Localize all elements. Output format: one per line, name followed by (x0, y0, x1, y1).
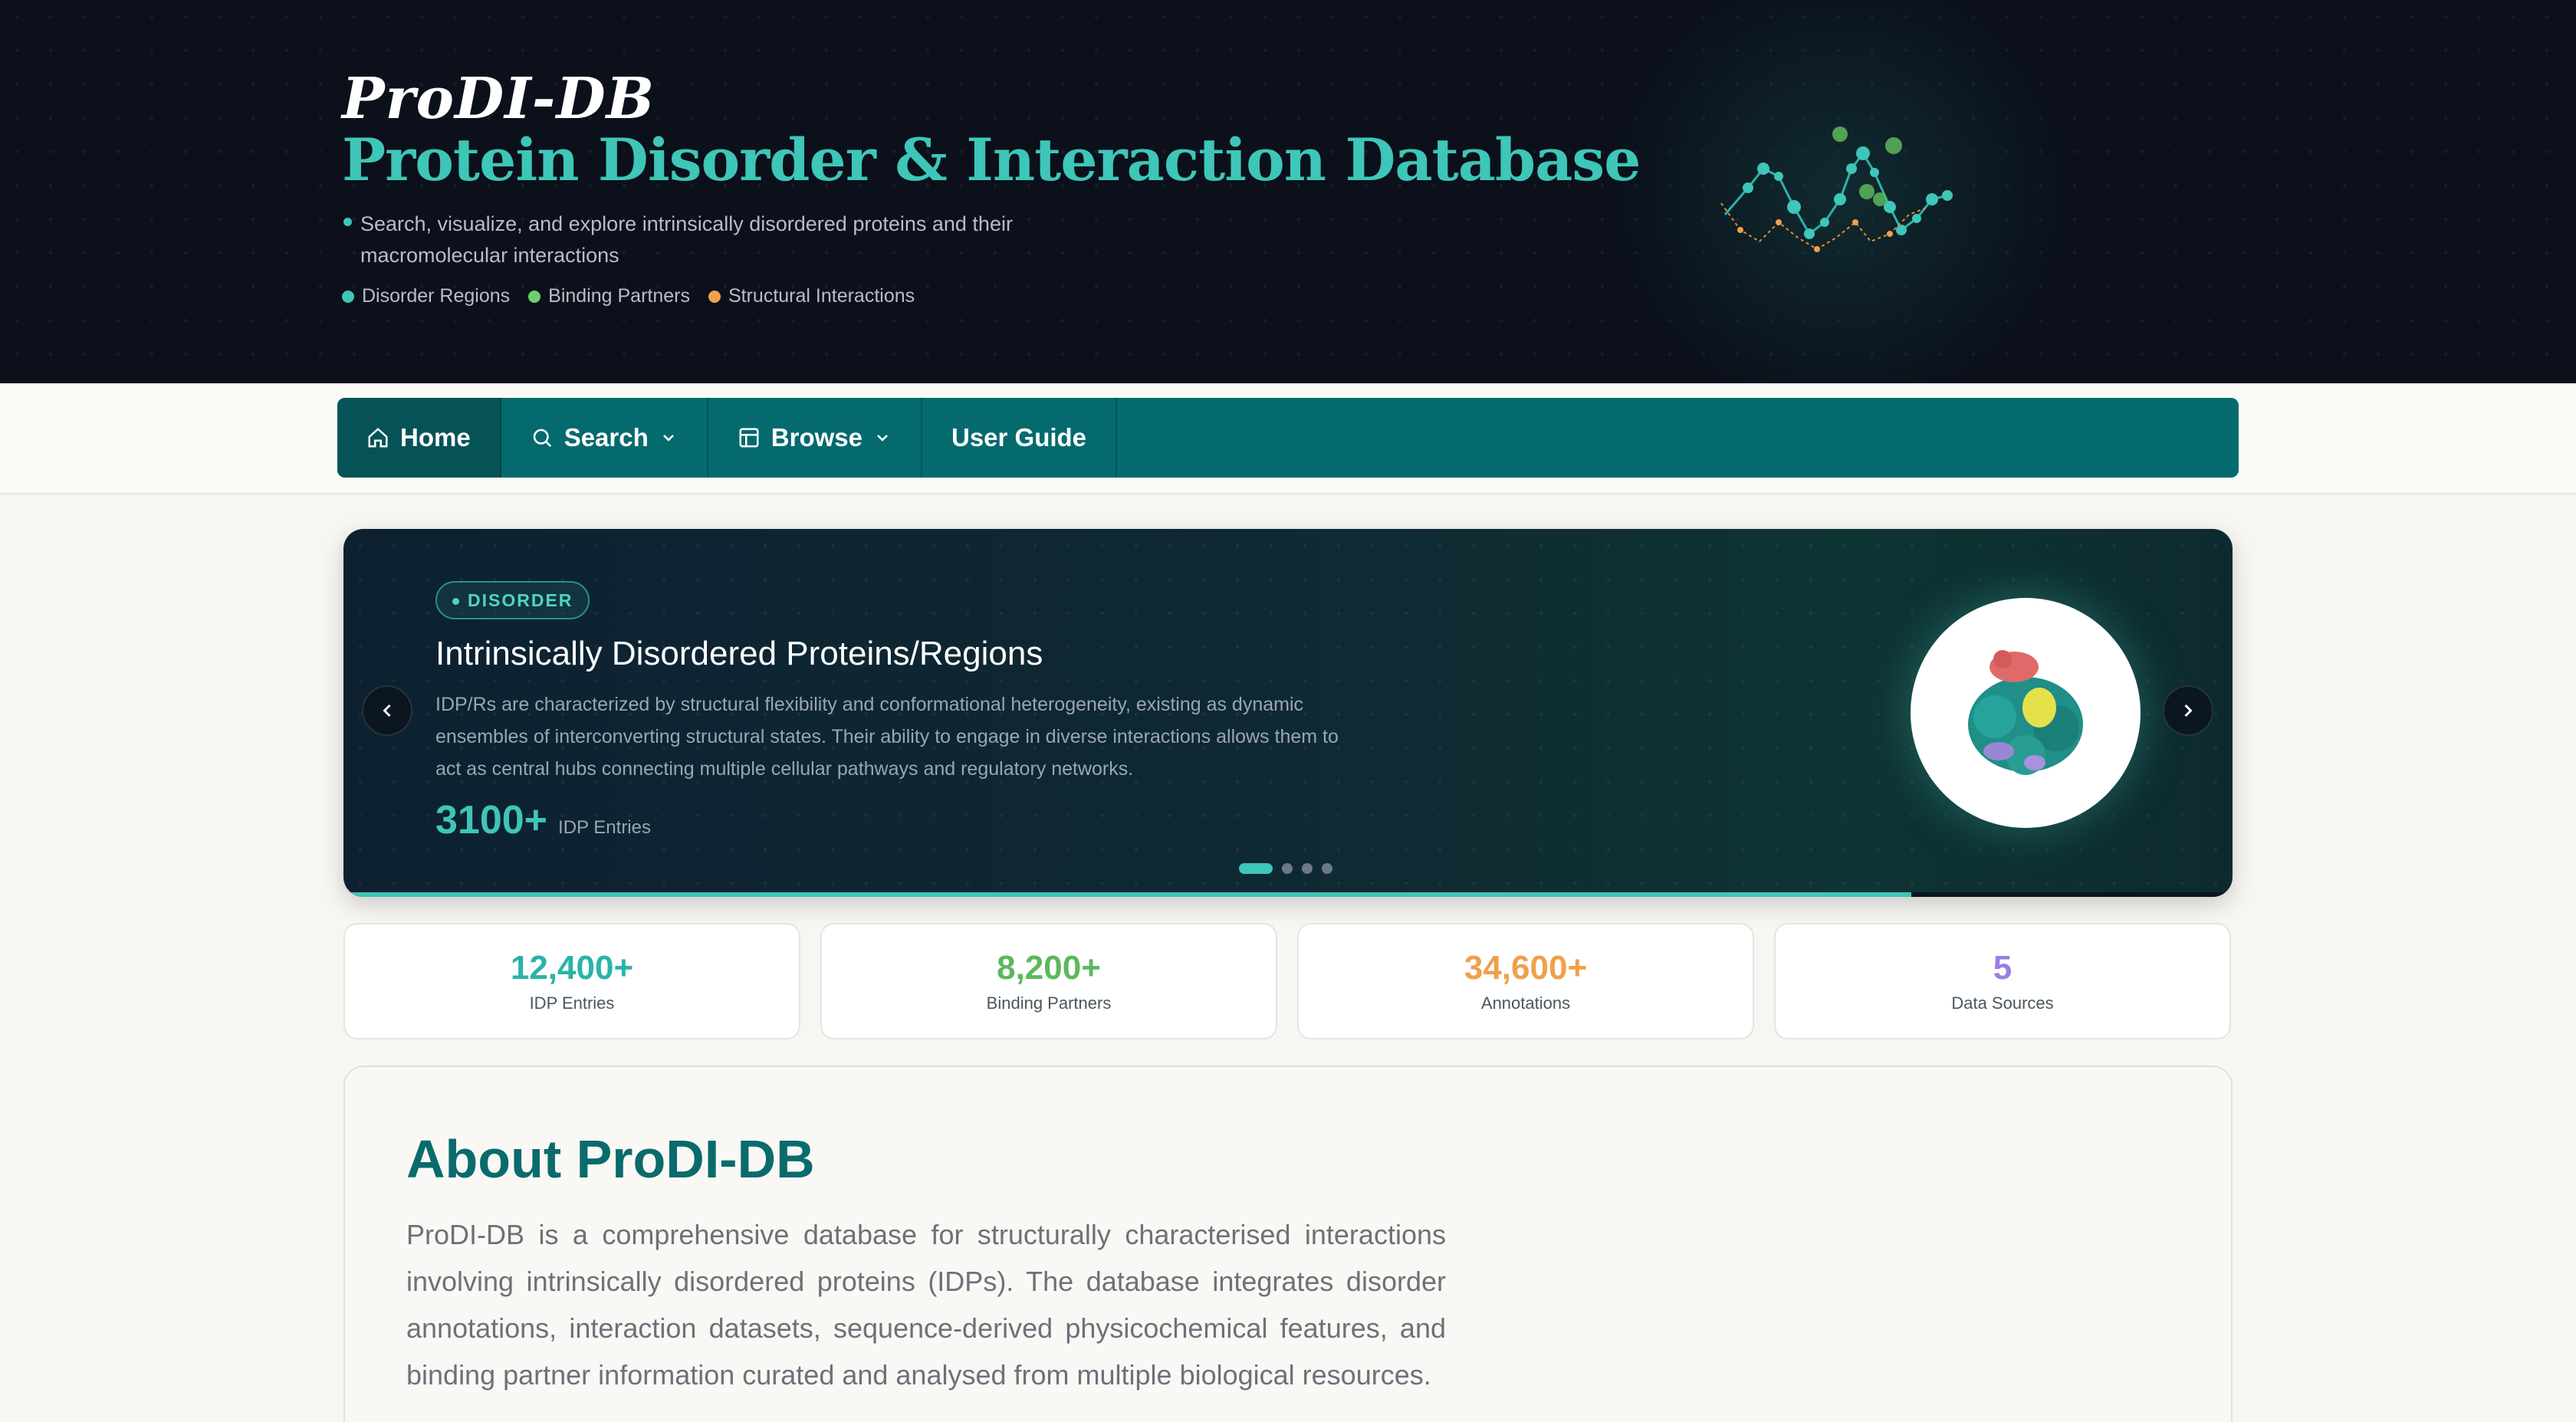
nav-bar-wrapper: Home Search Browse User Guide (0, 383, 2576, 494)
chevron-down-icon (662, 435, 674, 442)
site-subtitle: Protein Disorder & Interaction Database (342, 126, 1641, 194)
chevron-down-icon (877, 435, 888, 442)
site-description-text: Search, visualize, and explore intrinsic… (360, 212, 1013, 267)
carousel-next-button[interactable] (2163, 685, 2213, 736)
chevron-left-icon (383, 704, 391, 718)
stat-card-annotations: 34,600+ Annotations (1297, 923, 1754, 1039)
feature-carousel: DISORDER Intrinsically Disordered Protei… (343, 529, 2233, 897)
browse-icon (739, 428, 759, 448)
carousel-dot-2[interactable] (1282, 863, 1293, 874)
carousel-dot-4[interactable] (1322, 863, 1332, 874)
nav-search[interactable]: Search (501, 398, 708, 478)
legend-dot-icon (528, 290, 541, 303)
carousel-indicators (1239, 863, 1332, 874)
slide-badge: DISORDER (435, 581, 590, 619)
carousel-progress-bar (343, 892, 2233, 897)
chevron-right-icon (2184, 704, 2193, 718)
about-heading: About ProDI-DB (406, 1129, 815, 1189)
stat-value: 8,200+ (997, 949, 1101, 987)
legend-item-structural: Structural Interactions (708, 285, 915, 307)
legend: Disorder Regions Binding Partners Struct… (342, 285, 915, 307)
carousel-dot-1[interactable] (1239, 863, 1273, 874)
legend-item-disorder: Disorder Regions (342, 285, 510, 307)
slide-count-value: 3100+ (435, 798, 548, 842)
search-icon (533, 429, 551, 448)
nav-browse-label: Browse (770, 423, 863, 452)
site-header: ProDI-DB Protein Disorder & Interaction … (0, 0, 2576, 383)
site-description: Search, visualize, and explore intrinsic… (343, 209, 1033, 271)
main-nav: Home Search Browse User Guide (337, 398, 2239, 478)
nav-browse[interactable]: Browse (708, 398, 922, 478)
stat-card-binding-partners: 8,200+ Binding Partners (820, 923, 1277, 1039)
slide-count-label: IDP Entries (558, 817, 651, 838)
legend-label: Disorder Regions (362, 285, 511, 307)
slide-count: 3100+ IDP Entries (435, 797, 651, 843)
about-text: ProDI-DB is a comprehensive database for… (406, 1219, 1446, 1391)
legend-dot-icon (708, 290, 721, 303)
legend-label: Binding Partners (548, 285, 690, 307)
carousel-prev-button[interactable] (362, 685, 412, 736)
legend-label: Structural Interactions (728, 285, 915, 307)
stat-card-data-sources: 5 Data Sources (1774, 923, 2231, 1039)
carousel-progress-fill (343, 892, 1912, 897)
site-title: ProDI-DB (342, 66, 656, 132)
legend-item-binding: Binding Partners (528, 285, 690, 307)
stat-value: 34,600+ (1464, 949, 1588, 987)
nav-home[interactable]: Home (337, 398, 501, 478)
slide-title: Intrinsically Disordered Proteins/Region… (435, 635, 1043, 672)
stat-value: 5 (1993, 949, 2013, 987)
protein-structure-image (1911, 598, 2141, 828)
stat-value: 12,400+ (510, 949, 634, 987)
stat-label: Binding Partners (986, 993, 1112, 1013)
stats-row: 12,400+ IDP Entries 8,200+ Binding Partn… (343, 923, 2231, 1039)
protein-structure-icon (1968, 650, 2083, 775)
slide-description: IDP/Rs are characterized by structural f… (435, 694, 1339, 780)
nav-search-label: Search (564, 423, 649, 452)
stat-label: Annotations (1480, 993, 1571, 1013)
stat-label: Data Sources (1951, 993, 2054, 1013)
nav-user-guide-label: User Guide (951, 423, 1087, 452)
bullet-dot-icon (343, 218, 352, 226)
stat-card-idp-entries: 12,400+ IDP Entries (343, 923, 800, 1039)
nav-home-label: Home (400, 423, 471, 452)
carousel-dot-3[interactable] (1302, 863, 1313, 874)
nav-user-guide[interactable]: User Guide (922, 398, 1118, 478)
molecule-illustration (1720, 126, 1953, 252)
home-icon (368, 428, 388, 448)
legend-dot-icon (342, 290, 354, 303)
stat-label: IDP Entries (529, 993, 615, 1013)
about-section: About ProDI-DB ProDI-DB is a comprehensi… (343, 1066, 2233, 1422)
